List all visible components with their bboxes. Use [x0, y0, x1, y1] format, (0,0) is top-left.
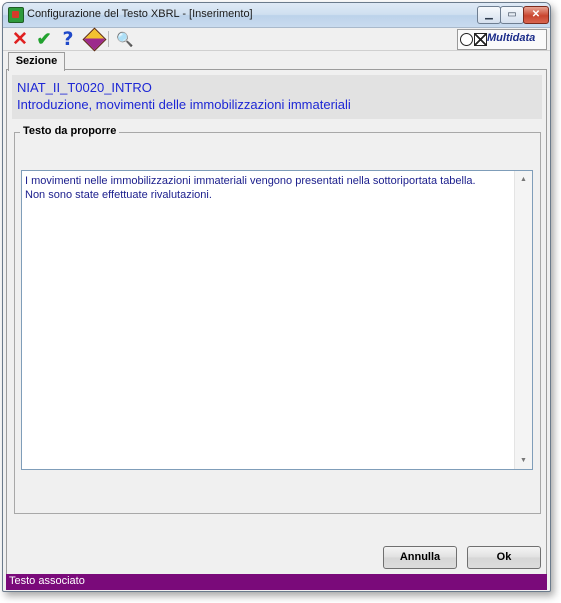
minimize-button[interactable]: ▁: [477, 6, 501, 24]
close-button[interactable]: ✕: [523, 6, 549, 24]
section-code: NIAT_II_T0020_INTRO: [17, 80, 152, 95]
close-x-icon[interactable]: ✕: [10, 29, 30, 50]
binoculars-icon[interactable]: 🔍: [115, 29, 135, 49]
section-header: NIAT_II_T0020_INTRO Introduzione, movime…: [12, 75, 542, 119]
dialog-window: Configurazione del Testo XBRL - [Inserim…: [2, 2, 551, 592]
help-icon[interactable]: ?: [58, 28, 78, 50]
toolbar-separator: [108, 31, 109, 47]
tab-sezione[interactable]: Sezione: [8, 52, 65, 71]
confirm-check-icon[interactable]: ✔: [34, 29, 54, 49]
app-icon: [8, 7, 24, 23]
cancel-button[interactable]: Annulla: [383, 546, 457, 569]
brand-logo: Multidata: [457, 29, 547, 50]
brand-name: Multidata: [487, 32, 536, 44]
section-title: Introduzione, movimenti delle immobilizz…: [17, 97, 351, 112]
scroll-up-icon[interactable]: ▲: [515, 171, 532, 188]
status-bar: Testo associato: [6, 574, 547, 590]
editor-text[interactable]: I movimenti nelle immobilizzazioni immat…: [25, 174, 512, 202]
maximize-button[interactable]: ▭: [500, 6, 524, 24]
scroll-down-icon[interactable]: ▼: [515, 452, 532, 469]
circle-icon: [460, 33, 473, 46]
ok-button[interactable]: Ok: [467, 546, 541, 569]
title-bar[interactable]: Configurazione del Testo XBRL - [Inserim…: [3, 3, 550, 28]
text-groupbox: Testo da proporre I movimenti nelle immo…: [14, 125, 541, 514]
vertical-scrollbar[interactable]: ▲ ▼: [514, 171, 532, 469]
text-editor[interactable]: I movimenti nelle immobilizzazioni immat…: [21, 170, 533, 470]
book-icon[interactable]: [81, 26, 107, 52]
toolbar: ✕ ✔ ? 🔍 Multidata: [3, 26, 550, 52]
groupbox-legend: Testo da proporre: [20, 125, 120, 137]
window-title: Configurazione del Testo XBRL - [Inserim…: [27, 8, 253, 20]
tab-panel: NIAT_II_T0020_INTRO Introduzione, movime…: [6, 69, 547, 575]
crossed-box-icon: [474, 33, 487, 46]
book-icon-shape: [81, 26, 107, 52]
